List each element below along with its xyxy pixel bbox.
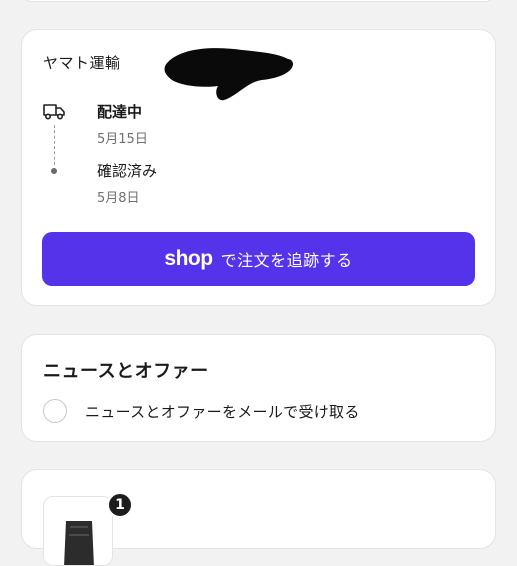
previous-card [21, 0, 496, 2]
tracking-card: ヤマト運輸 配達中 5月15日 確認済み 5月8日 shop で注文を追跡する [21, 29, 496, 306]
step-date-confirmed: 5月8日 [97, 191, 140, 206]
shop-logo: shop [164, 247, 213, 270]
carrier-label: ヤマト運輸 [43, 54, 121, 72]
order-summary-card: 1 [21, 469, 496, 566]
product-thumbnail[interactable] [43, 496, 113, 566]
quantity-badge: 1 [107, 492, 133, 518]
news-optin-checkbox[interactable] [43, 399, 67, 423]
shop-button-label: で注文を追跡する [220, 253, 353, 270]
news-heading: ニュースとオファー [43, 361, 209, 382]
news-optin-label[interactable]: ニュースとオファーをメールで受け取る [85, 401, 360, 422]
carrier-row: ヤマト運輸 [43, 52, 121, 73]
tracking-timeline: 配達中 5月15日 確認済み 5月8日 [42, 100, 242, 210]
redaction-scribble [164, 48, 293, 101]
delivery-truck-icon [43, 104, 65, 120]
product-image [44, 497, 112, 565]
timeline-dot [51, 168, 57, 174]
news-card: ニュースとオファー ニュースとオファーをメールで受け取る [21, 334, 496, 442]
step-title-delivering: 配達中 [97, 103, 143, 121]
step-date-delivering: 5月15日 [97, 132, 148, 147]
track-order-shop-button[interactable]: shop で注文を追跡する [42, 232, 475, 286]
timeline-connector [54, 125, 55, 165]
step-title-confirmed: 確認済み [97, 162, 158, 180]
